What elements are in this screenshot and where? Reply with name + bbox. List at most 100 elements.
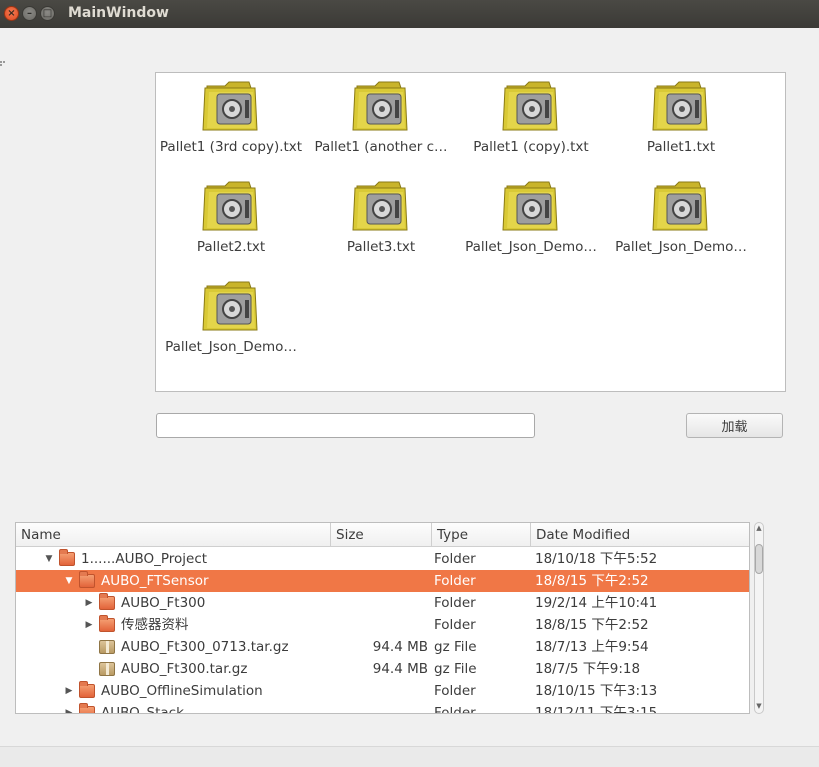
file-icon-label: Pallet2.txt xyxy=(196,239,266,255)
tree-cell-name: AUBO_OfflineSimulation xyxy=(101,683,263,699)
tree-cell-name: AUBO_Ft300.tar.gz xyxy=(121,661,248,677)
minimize-window-button[interactable]: – xyxy=(22,6,37,21)
maximize-window-button[interactable]: □ xyxy=(40,6,55,21)
tree-cell-type: Folder xyxy=(434,705,476,714)
file-icon-label: Pallet_Json_Demo… xyxy=(615,239,747,255)
tree-cell-date-modified: 18/10/18 下午5:52 xyxy=(535,551,658,567)
safe-folder-icon xyxy=(649,78,713,134)
tree-cell-size: 94.4 MB xyxy=(372,661,428,677)
file-icon-item[interactable]: Pallet_Json_Demo… xyxy=(456,178,606,255)
file-icon-item[interactable]: Pallet1 (another c… xyxy=(306,78,456,155)
file-icon-item[interactable]: Pallet1 (copy).txt xyxy=(456,78,606,155)
tree-cell-type: Folder xyxy=(434,573,476,589)
tree-cell-date-modified: 18/12/11 下午3:15 xyxy=(535,705,658,714)
tree-cell-size xyxy=(336,548,428,570)
tree-row[interactable]: ▶ AUBO_Ft300 Folder 19/2/14 上午10:41 xyxy=(16,592,749,614)
file-icon-label: Pallet_Json_Demo… xyxy=(165,339,297,355)
folder-icon xyxy=(99,593,115,610)
expand-arrow-icon[interactable]: ▼ xyxy=(63,570,75,592)
tree-cell-name: AUBO_Ft300 xyxy=(121,595,206,611)
tree-cell-type: gz File xyxy=(434,661,477,677)
column-header-name[interactable]: Name xyxy=(16,523,331,547)
tree-cell-name: AUBO_Ft300_0713.tar.gz xyxy=(121,639,289,655)
safe-folder-icon xyxy=(199,78,263,134)
file-icon-label: Pallet1 (3rd copy).txt xyxy=(159,139,303,155)
tree-row[interactable]: ▶ AUBO_Stack Folder 18/12/11 下午3:15 xyxy=(16,702,749,714)
safe-folder-icon xyxy=(649,178,713,234)
tree-cell-type: gz File xyxy=(434,639,477,655)
tree-cell-date-modified: 18/7/5 下午9:18 xyxy=(535,661,641,677)
safe-folder-icon xyxy=(349,78,413,134)
toolbar-grip[interactable] xyxy=(0,61,6,67)
tree-cell-size xyxy=(336,702,428,713)
close-window-button[interactable]: × xyxy=(4,6,19,21)
load-button[interactable]: 加载 xyxy=(686,413,783,438)
tree-row[interactable]: ▶ AUBO_OfflineSimulation Folder 18/10/15 下午… xyxy=(16,680,749,702)
tree-cell-size xyxy=(336,680,428,702)
path-input[interactable] xyxy=(156,413,535,438)
tree-header: Name Size Type Date Modified xyxy=(16,523,749,547)
file-icon-item[interactable]: Pallet2.txt xyxy=(156,178,306,255)
safe-folder-icon xyxy=(499,78,563,134)
expand-arrow-icon[interactable]: ▶ xyxy=(63,702,75,713)
tree-cell-name: AUBO_FTSensor xyxy=(101,573,209,589)
tree-cell-date-modified: 18/8/15 下午2:52 xyxy=(535,573,649,589)
safe-folder-icon xyxy=(349,178,413,234)
window-title: MainWindow xyxy=(68,5,169,21)
file-tree-view[interactable]: Name Size Type Date Modified ▼ 1......AUB… xyxy=(15,522,750,714)
column-header-size[interactable]: Size xyxy=(331,523,432,547)
tree-cell-type: Folder xyxy=(434,551,476,567)
tree-cell-date-modified: 18/8/15 下午2:52 xyxy=(535,617,649,633)
folder-icon xyxy=(59,549,75,566)
main-window-content: Pallet1 (3rd copy).txt Pallet1 (another c… xyxy=(0,28,819,767)
expand-arrow-icon[interactable]: ▶ xyxy=(83,614,95,636)
scroll-up-arrow-icon[interactable]: ▲ xyxy=(754,524,764,532)
expand-arrow-icon[interactable]: ▶ xyxy=(63,680,75,702)
tree-row[interactable]: ▶ 传感器资料 Folder 18/8/15 下午2:52 xyxy=(16,614,749,636)
file-icon-item[interactable]: Pallet1 (3rd copy).txt xyxy=(156,78,306,155)
tree-row[interactable]: ▼ 1......AUBO_Project Folder 18/10/18 下午5:5… xyxy=(16,548,749,570)
maximize-icon: □ xyxy=(42,8,53,19)
tree-cell-type: Folder xyxy=(434,617,476,633)
tree-cell-date-modified: 18/10/15 下午3:13 xyxy=(535,683,658,699)
window-titlebar: × – □ MainWindow xyxy=(0,0,819,28)
folder-icon xyxy=(99,615,115,632)
tree-vertical-scrollbar[interactable]: ▲ ▼ xyxy=(752,522,766,714)
safe-folder-icon xyxy=(199,178,263,234)
file-icon-label: Pallet1 (copy).txt xyxy=(473,139,589,155)
safe-folder-icon xyxy=(499,178,563,234)
tree-cell-size: 94.4 MB xyxy=(372,639,428,655)
close-icon: × xyxy=(7,8,16,19)
file-icon-item[interactable]: Pallet1.txt xyxy=(606,78,756,155)
file-icon-item[interactable]: Pallet_Json_Demo… xyxy=(606,178,756,255)
file-icon-label: Pallet1.txt xyxy=(646,139,716,155)
tree-cell-size xyxy=(336,614,428,636)
tree-row[interactable]: AUBO_Ft300.tar.gz 94.4 MB gz File 18/7/5 下午… xyxy=(16,658,749,680)
tree-cell-size xyxy=(336,592,428,614)
minimize-icon: – xyxy=(27,8,32,19)
folder-icon xyxy=(79,703,95,713)
folder-icon xyxy=(79,681,95,698)
column-header-date-modified[interactable]: Date Modified xyxy=(531,523,749,547)
tree-cell-name: 传感器资料 xyxy=(121,617,189,633)
archive-icon xyxy=(99,640,115,654)
tree-cell-size xyxy=(336,570,428,592)
expand-arrow-icon[interactable]: ▼ xyxy=(43,548,55,570)
scrollbar-thumb[interactable] xyxy=(755,544,763,574)
file-icon-label: Pallet3.txt xyxy=(346,239,416,255)
column-header-type[interactable]: Type xyxy=(432,523,531,547)
file-icon-view[interactable]: Pallet1 (3rd copy).txt Pallet1 (another c… xyxy=(155,72,786,392)
tree-row[interactable]: ▼ AUBO_FTSensor Folder 18/8/15 下午2:52 xyxy=(16,570,749,592)
file-icon-item[interactable]: Pallet3.txt xyxy=(306,178,456,255)
tree-cell-date-modified: 19/2/14 上午10:41 xyxy=(535,595,658,611)
tree-row[interactable]: AUBO_Ft300_0713.tar.gz 94.4 MB gz File 18/7… xyxy=(16,636,749,658)
status-bar xyxy=(0,746,819,767)
file-icon-item[interactable]: Pallet_Json_Demo… xyxy=(156,278,306,355)
expand-arrow-icon[interactable]: ▶ xyxy=(83,592,95,614)
tree-cell-name: 1......AUBO_Project xyxy=(81,551,208,567)
tree-cell-date-modified: 18/7/13 上午9:54 xyxy=(535,639,649,655)
tree-cell-name: AUBO_Stack xyxy=(101,705,184,714)
tree-cell-type: Folder xyxy=(434,683,476,699)
archive-icon xyxy=(99,662,115,676)
scroll-down-arrow-icon[interactable]: ▼ xyxy=(754,702,764,710)
